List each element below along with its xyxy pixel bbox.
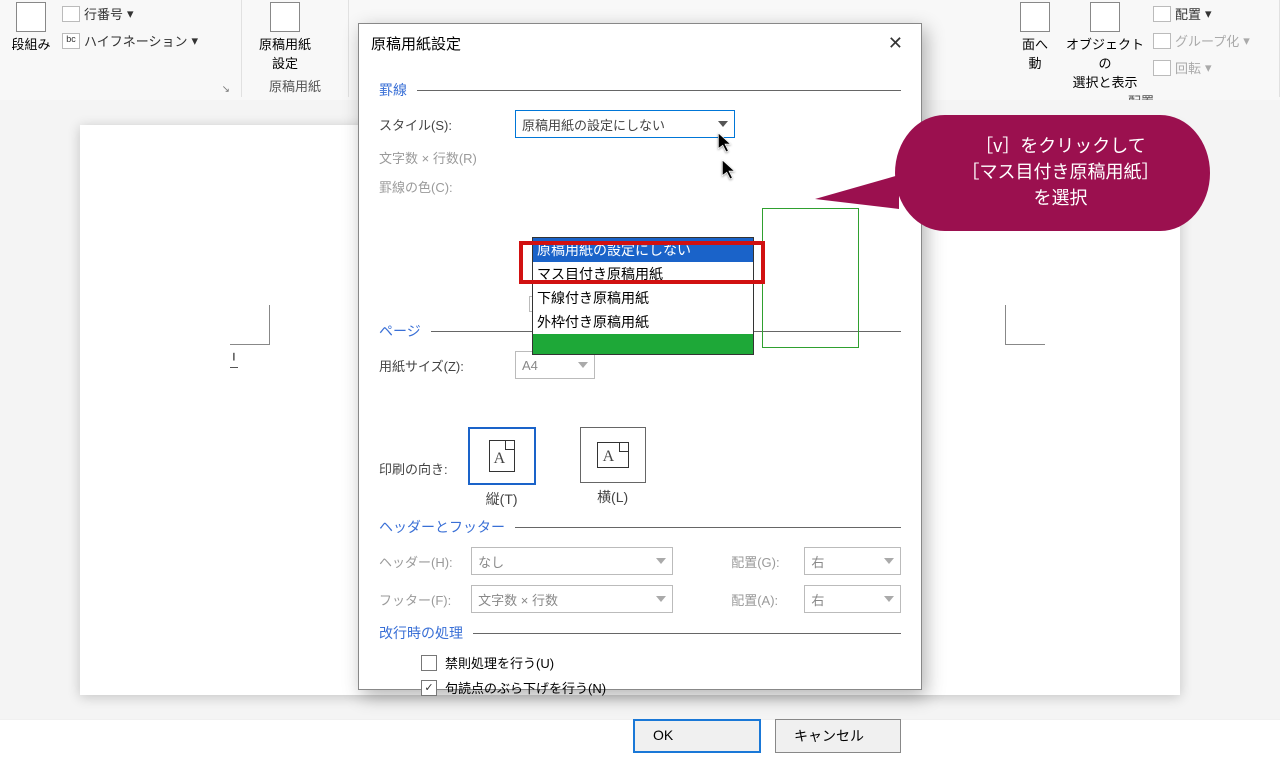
manuscript-dialog: 原稿用紙設定 ✕ 罫線 スタイル(S): 原稿用紙の設定にしない 文字数 × 行… <box>358 23 922 690</box>
orientation-label: 印刷の向き: <box>379 459 448 478</box>
callout-line2: ［マス目付き原稿用紙］ <box>923 159 1198 185</box>
selection-pane-button[interactable]: オブジェクトの 選択と表示 <box>1065 2 1145 91</box>
kinsoku-label: 禁則処理を行う(U) <box>445 653 554 672</box>
line-number-button[interactable]: 行番号 ▾ <box>60 2 200 25</box>
ok-label: OK <box>653 727 673 743</box>
line-number-label: 行番号 <box>84 4 123 23</box>
preview <box>762 208 859 348</box>
columns-button[interactable]: 段組み <box>8 2 54 84</box>
callout-pointer <box>815 175 899 209</box>
align-icon <box>1153 6 1171 22</box>
callout-line1: ［v］をクリックして <box>923 133 1198 159</box>
orientation-portrait-button[interactable]: A <box>468 427 536 485</box>
section-headerfooter-label: ヘッダーとフッター <box>379 517 505 537</box>
line-number-icon <box>62 6 80 22</box>
group-icon <box>1153 33 1171 49</box>
header-value: なし <box>478 552 504 571</box>
text-cursor: ╵ <box>230 353 238 368</box>
section-ruled: 罫線 <box>379 80 901 100</box>
dialog-launcher[interactable]: ↘ <box>8 84 233 97</box>
section-ruled-label: 罫線 <box>379 80 407 100</box>
close-button[interactable]: ✕ <box>882 32 909 54</box>
manuscript-settings-button[interactable]: 原稿用紙 設定 <box>250 2 320 76</box>
margin-corner-tl <box>230 305 270 345</box>
ribbon-group-arrange: 面へ 動 オブジェクトの 選択と表示 配置 ▾ グループ化 ▾ <box>1003 0 1280 97</box>
style-option-underline[interactable]: 下線付き原稿用紙 <box>533 286 753 310</box>
move-icon <box>1020 2 1050 32</box>
header-align-value: 右 <box>811 552 824 571</box>
footer-dropdown[interactable]: 文字数 × 行数 <box>471 585 672 613</box>
style-label: スタイル(S): <box>379 115 499 134</box>
style-option-none[interactable]: 原稿用紙の設定にしない <box>533 238 753 262</box>
group-label: グループ化 <box>1175 31 1239 50</box>
cursor-icon <box>722 160 736 180</box>
chevron-down-icon: ▾ <box>127 6 134 22</box>
header-dropdown[interactable]: なし <box>471 547 672 575</box>
style-option-grid[interactable]: マス目付き原稿用紙 <box>533 262 753 286</box>
selection-icon <box>1090 2 1120 32</box>
papersize-value: A4 <box>522 358 538 373</box>
chevron-down-icon: ▾ <box>1205 60 1212 76</box>
section-break: 改行時の処理 <box>379 623 901 643</box>
style-option-frame[interactable]: 外枠付き原稿用紙 <box>533 310 753 334</box>
columns-label: 段組み <box>11 34 50 53</box>
footer-align-dropdown[interactable]: 右 <box>804 585 901 613</box>
hyphenation-label: ハイフネーション <box>84 31 187 50</box>
orientation-portrait-label: 縦(T) <box>486 489 518 509</box>
footer-value: 文字数 × 行数 <box>478 590 558 609</box>
ok-button[interactable]: OK <box>633 719 761 753</box>
margin-corner-tr <box>1005 305 1045 345</box>
header-align-label: 配置(G): <box>731 552 788 571</box>
kutoten-checkbox[interactable]: ✓ <box>421 680 437 696</box>
papersize-dropdown[interactable]: A4 <box>515 351 595 379</box>
dialog-title-text: 原稿用紙設定 <box>371 33 461 54</box>
section-headerfooter: ヘッダーとフッター <box>379 517 901 537</box>
hyphenation-button[interactable]: bc ハイフネーション ▾ <box>60 29 200 52</box>
kutoten-label: 句読点のぶら下げを行う(N) <box>445 678 606 697</box>
color-label: 罫線の色(C): <box>379 177 499 196</box>
chars-label: 文字数 × 行数(R) <box>379 148 499 167</box>
header-align-dropdown[interactable]: 右 <box>804 547 901 575</box>
section-page-label: ページ <box>379 321 421 341</box>
callout-line3: を選択 <box>923 185 1198 211</box>
footer-label: フッター(F): <box>379 590 455 609</box>
papersize-label: 用紙サイズ(Z): <box>379 356 499 375</box>
manuscript-label: 原稿用紙 設定 <box>259 34 311 72</box>
instruction-callout: ［v］をクリックして ［マス目付き原稿用紙］ を選択 <box>895 115 1210 231</box>
move-button[interactable]: 面へ 動 <box>1011 2 1059 91</box>
cancel-label: キャンセル <box>794 728 864 744</box>
cancel-button[interactable]: キャンセル <box>775 719 901 753</box>
orientation-landscape-label: 横(L) <box>597 487 628 507</box>
rotate-button[interactable]: 回転 ▾ <box>1151 56 1252 79</box>
manuscript-icon <box>270 2 300 32</box>
manuscript-group-caption: 原稿用紙 <box>250 76 340 97</box>
group-button[interactable]: グループ化 ▾ <box>1151 29 1252 52</box>
style-selected: 原稿用紙の設定にしない <box>522 115 665 134</box>
style-option-extra[interactable] <box>533 334 753 354</box>
dialog-titlebar[interactable]: 原稿用紙設定 ✕ <box>359 24 921 62</box>
section-break-label: 改行時の処理 <box>379 623 463 643</box>
header-label: ヘッダー(H): <box>379 552 455 571</box>
rotate-label: 回転 <box>1175 58 1201 77</box>
cursor-icon <box>718 133 732 153</box>
ribbon-group-columns: 段組み 行番号 ▾ bc ハイフネーション ▾ ↘ <box>0 0 242 97</box>
footer-align-value: 右 <box>811 590 824 609</box>
style-dropdown[interactable]: 原稿用紙の設定にしない <box>515 110 735 138</box>
selection-label: オブジェクトの 選択と表示 <box>1065 34 1145 91</box>
align-label: 配置 <box>1175 4 1201 23</box>
chevron-down-icon: ▾ <box>1205 6 1212 22</box>
align-button[interactable]: 配置 ▾ <box>1151 2 1252 25</box>
columns-icon <box>16 2 46 32</box>
style-dropdown-list[interactable]: 原稿用紙の設定にしない マス目付き原稿用紙 下線付き原稿用紙 外枠付き原稿用紙 <box>532 237 754 355</box>
footer-align-label: 配置(A): <box>731 590 788 609</box>
chevron-down-icon: ▾ <box>1243 33 1250 49</box>
kinsoku-checkbox[interactable] <box>421 655 437 671</box>
move-label: 面へ 動 <box>1022 34 1048 72</box>
hyphenation-icon: bc <box>62 33 80 49</box>
chevron-down-icon: ▾ <box>191 33 198 49</box>
orientation-landscape-button[interactable]: A <box>580 427 646 483</box>
ribbon-group-manuscript: 原稿用紙 設定 原稿用紙 <box>242 0 349 97</box>
rotate-icon <box>1153 60 1171 76</box>
